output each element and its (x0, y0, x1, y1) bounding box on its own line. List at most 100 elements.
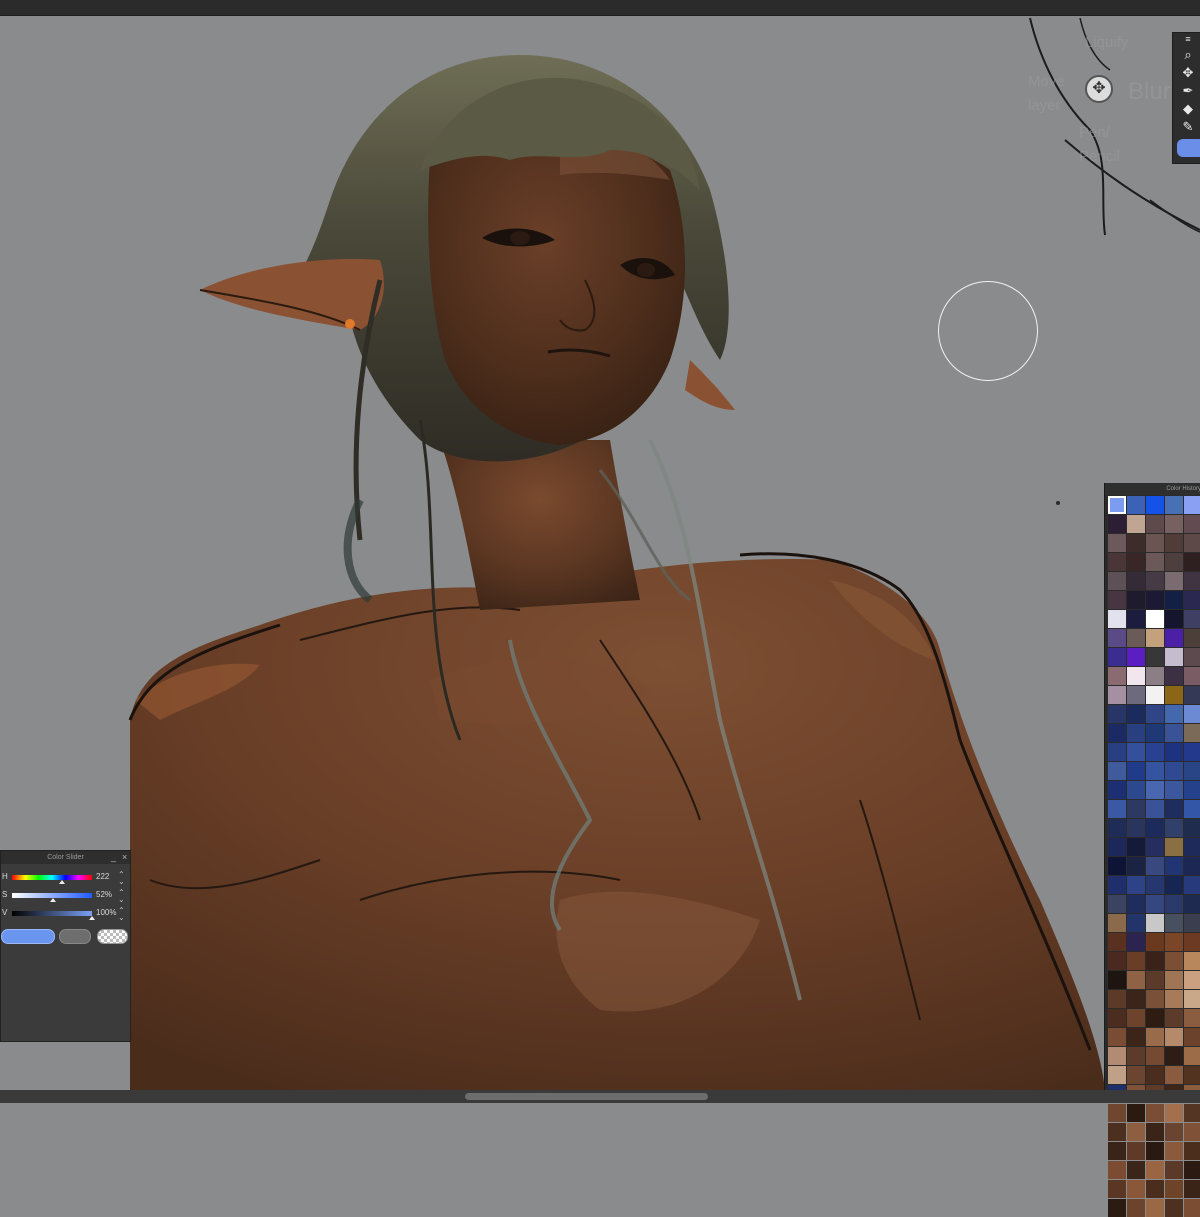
color-history-swatch[interactable] (1165, 572, 1183, 590)
color-history-swatch[interactable] (1165, 1009, 1183, 1027)
color-history-swatch[interactable] (1127, 857, 1145, 875)
move-tool-icon[interactable]: ✥ (1179, 65, 1197, 81)
color-history-swatch[interactable] (1184, 895, 1200, 913)
color-history-swatch[interactable] (1165, 914, 1183, 932)
hue-knob[interactable] (59, 880, 65, 884)
hue-value[interactable]: 222 (96, 872, 109, 881)
color-history-swatch[interactable] (1127, 610, 1145, 628)
color-history-swatch[interactable] (1108, 1123, 1126, 1141)
color-history-swatch[interactable] (1165, 724, 1183, 742)
color-history-swatch[interactable] (1184, 990, 1200, 1008)
color-history-swatch[interactable] (1146, 743, 1164, 761)
color-history-swatch[interactable] (1184, 591, 1200, 609)
color-history-swatch[interactable] (1108, 971, 1126, 989)
pen-icon[interactable]: ✒ (1179, 83, 1197, 99)
color-history-swatch[interactable] (1146, 876, 1164, 894)
color-history-swatch[interactable] (1146, 952, 1164, 970)
color-history-swatch[interactable] (1146, 686, 1164, 704)
minimize-icon[interactable]: _ (111, 851, 116, 864)
color-history-swatch[interactable] (1108, 990, 1126, 1008)
move-icon[interactable]: ✥ (1085, 75, 1113, 103)
color-history-swatch[interactable] (1146, 1066, 1164, 1084)
color-history-swatch[interactable] (1165, 933, 1183, 951)
color-history-swatch[interactable] (1165, 705, 1183, 723)
color-history-swatch[interactable] (1146, 591, 1164, 609)
color-history-swatch[interactable] (1165, 496, 1183, 514)
color-history-swatch[interactable] (1184, 800, 1200, 818)
color-history-swatch[interactable] (1108, 629, 1126, 647)
color-history-swatch[interactable] (1146, 572, 1164, 590)
value-spinner-icon[interactable]: ⌃ ⌄ (118, 907, 125, 922)
color-history-swatch[interactable] (1165, 553, 1183, 571)
color-history-swatch[interactable] (1165, 876, 1183, 894)
color-history-swatch[interactable] (1127, 781, 1145, 799)
color-history-swatch[interactable] (1127, 895, 1145, 913)
color-history-swatch[interactable] (1165, 762, 1183, 780)
color-history-swatch[interactable] (1184, 724, 1200, 742)
color-history-swatch[interactable] (1165, 1066, 1183, 1084)
color-history-swatch[interactable] (1127, 686, 1145, 704)
color-history-swatch[interactable] (1184, 743, 1200, 761)
color-history-swatch[interactable] (1146, 629, 1164, 647)
color-history-swatch[interactable] (1184, 629, 1200, 647)
color-history-swatch[interactable] (1146, 800, 1164, 818)
fill-icon[interactable]: ◆ (1179, 101, 1197, 117)
color-history-swatch[interactable] (1165, 686, 1183, 704)
color-history-swatch[interactable] (1165, 610, 1183, 628)
color-history-swatch[interactable] (1146, 1180, 1164, 1198)
color-history-swatch[interactable] (1127, 553, 1145, 571)
drawing-canvas[interactable]: Liquify Move layer Blur Pen/ Pencil (0, 16, 1200, 1090)
color-history-swatch[interactable] (1127, 743, 1145, 761)
color-history-swatch[interactable] (1184, 1066, 1200, 1084)
color-history-swatch[interactable] (1108, 1066, 1126, 1084)
color-history-swatch[interactable] (1108, 705, 1126, 723)
color-history-swatch[interactable] (1127, 667, 1145, 685)
color-history-swatch[interactable] (1108, 781, 1126, 799)
transparent-color-swatch[interactable] (97, 929, 128, 944)
color-history-swatch[interactable] (1127, 1047, 1145, 1065)
color-history-swatch[interactable] (1146, 724, 1164, 742)
color-history-swatch[interactable] (1108, 553, 1126, 571)
color-history-swatch[interactable] (1184, 553, 1200, 571)
color-history-swatch[interactable] (1165, 781, 1183, 799)
color-history-swatch[interactable] (1127, 534, 1145, 552)
color-history-swatch[interactable] (1184, 1104, 1200, 1122)
color-history-swatch[interactable] (1146, 933, 1164, 951)
color-history-swatch[interactable] (1184, 1142, 1200, 1160)
color-history-swatch[interactable] (1146, 667, 1164, 685)
value-knob[interactable] (89, 916, 95, 920)
color-history-swatch[interactable] (1108, 534, 1126, 552)
color-history-swatch[interactable] (1184, 1123, 1200, 1141)
color-history-swatch[interactable] (1146, 895, 1164, 913)
color-history-swatch[interactable] (1127, 724, 1145, 742)
color-history-swatch[interactable] (1108, 572, 1126, 590)
color-history-swatch[interactable] (1108, 952, 1126, 970)
color-history-swatch[interactable] (1127, 1123, 1145, 1141)
color-history-swatch[interactable] (1165, 971, 1183, 989)
color-history-swatch[interactable] (1184, 610, 1200, 628)
color-history-swatch[interactable] (1108, 1009, 1126, 1027)
color-history-swatch[interactable] (1127, 1161, 1145, 1179)
color-history-swatch[interactable] (1165, 952, 1183, 970)
color-history-swatch[interactable] (1184, 857, 1200, 875)
color-history-swatch[interactable] (1184, 572, 1200, 590)
color-history-swatch[interactable] (1127, 914, 1145, 932)
color-history-swatch[interactable] (1127, 515, 1145, 533)
color-history-swatch[interactable] (1108, 591, 1126, 609)
color-history-swatch[interactable] (1127, 1199, 1145, 1217)
color-history-swatch[interactable] (1108, 1028, 1126, 1046)
color-history-swatch[interactable] (1165, 515, 1183, 533)
color-history-swatch[interactable] (1165, 743, 1183, 761)
color-history-swatch[interactable] (1146, 648, 1164, 666)
color-history-swatch[interactable] (1108, 857, 1126, 875)
color-history-swatch[interactable] (1127, 1028, 1145, 1046)
color-history-swatch[interactable] (1165, 591, 1183, 609)
color-history-swatch[interactable] (1108, 819, 1126, 837)
color-history-swatch[interactable] (1146, 971, 1164, 989)
color-history-swatch[interactable] (1165, 629, 1183, 647)
color-history-swatch[interactable] (1127, 990, 1145, 1008)
color-history-swatch[interactable] (1184, 648, 1200, 666)
color-history-swatch[interactable] (1127, 876, 1145, 894)
color-history-swatch[interactable] (1108, 1180, 1126, 1198)
color-history-swatch[interactable] (1184, 1180, 1200, 1198)
